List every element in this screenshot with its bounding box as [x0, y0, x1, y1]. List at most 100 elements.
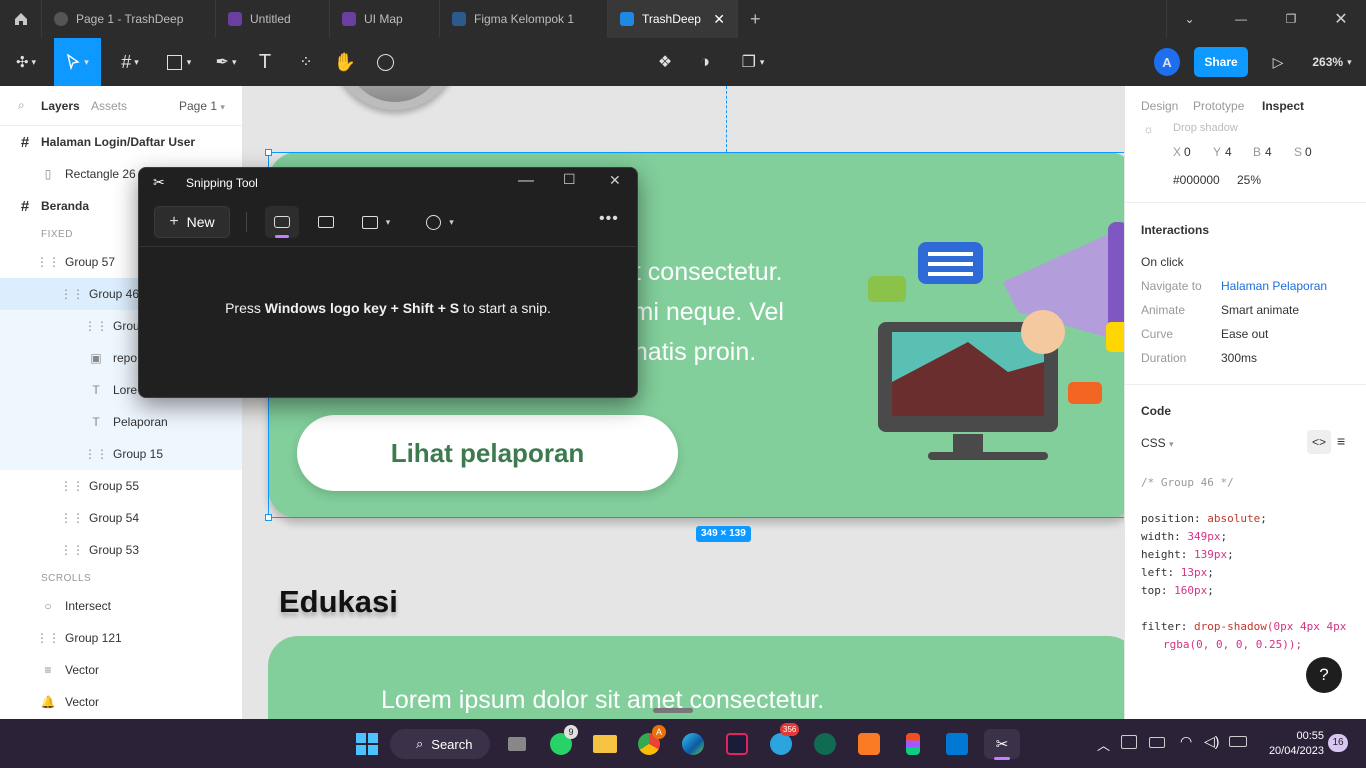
- close-icon[interactable]: ✕: [609, 172, 621, 189]
- snipping-tool-button[interactable]: ✂: [984, 729, 1020, 760]
- task-view-button[interactable]: [502, 729, 532, 759]
- edge-button[interactable]: [678, 729, 708, 759]
- restore-icon: ❐: [1285, 12, 1297, 26]
- home-tab[interactable]: [0, 0, 42, 38]
- shape-tool-button[interactable]: ▾: [158, 38, 200, 86]
- main-menu-button[interactable]: ✣ ▾: [8, 38, 44, 86]
- language-dropdown[interactable]: CSS ▾: [1141, 436, 1174, 450]
- new-tab-button[interactable]: +: [738, 0, 776, 38]
- zoom-dropdown[interactable]: 263% ▾: [1304, 38, 1360, 86]
- education-card[interactable]: Lorem ipsum dolor sit amet consectetur.: [268, 636, 1124, 719]
- screenshot-mode-button[interactable]: [265, 206, 299, 238]
- layer-section-header: SCROLLS: [0, 566, 242, 590]
- tray-app-icon[interactable]: [1121, 735, 1137, 749]
- snip-mode-dropdown[interactable]: ▾: [353, 206, 399, 238]
- keyboard-icon[interactable]: [1149, 737, 1165, 748]
- tab-inspect[interactable]: Inspect: [1262, 99, 1304, 113]
- close-window-button[interactable]: ✕: [1318, 0, 1364, 38]
- close-tab-icon[interactable]: ✕: [713, 11, 725, 28]
- app-button[interactable]: [722, 729, 752, 759]
- instr-pre: Press: [225, 300, 265, 316]
- xampp-button[interactable]: [854, 729, 884, 759]
- layer-row[interactable]: ≡ Vector: [0, 654, 242, 686]
- text-icon: T: [92, 415, 100, 429]
- whatsapp-button[interactable]: 9: [546, 725, 578, 759]
- layer-label: Rectangle 26: [65, 167, 136, 181]
- text-tool-button[interactable]: T: [252, 38, 278, 86]
- lihat-pelaporan-button[interactable]: Lihat pelaporan: [297, 415, 678, 491]
- layer-row[interactable]: ⋮⋮ Group 15: [0, 438, 242, 470]
- wifi-icon[interactable]: ◠: [1180, 733, 1192, 750]
- code-view-icon[interactable]: <>: [1307, 430, 1331, 454]
- layer-row[interactable]: 🔔 Vector: [0, 686, 242, 718]
- s-value: 0: [1305, 145, 1312, 159]
- y-value: 4: [1225, 145, 1232, 159]
- layer-row[interactable]: ○ Intersect: [0, 590, 242, 622]
- tab-figma-kelompok[interactable]: Figma Kelompok 1: [440, 0, 608, 38]
- layer-row[interactable]: T Pelaporan: [0, 406, 242, 438]
- curve-label: Curve: [1141, 327, 1174, 341]
- close-icon: ✕: [1334, 11, 1348, 28]
- start-button[interactable]: [352, 729, 382, 759]
- layer-row[interactable]: # Halaman Login/Daftar User: [0, 126, 242, 158]
- layer-row[interactable]: ⋮⋮ Group 53: [0, 534, 242, 566]
- new-snip-button[interactable]: + New: [154, 206, 230, 238]
- file-explorer-button[interactable]: [590, 729, 620, 759]
- battery-icon[interactable]: [1229, 736, 1247, 747]
- chevron-up-icon[interactable]: ︿: [1097, 735, 1110, 754]
- tab-assets[interactable]: Assets: [91, 99, 127, 113]
- pen-tool-button[interactable]: ✒ ▾: [206, 38, 246, 86]
- delay-dropdown[interactable]: ▾: [417, 206, 463, 238]
- resize-handle[interactable]: [265, 149, 272, 156]
- telegram-button[interactable]: 356: [766, 723, 800, 759]
- comment-tool-button[interactable]: [372, 38, 398, 86]
- navigate-link[interactable]: Halaman Pelaporan: [1221, 279, 1327, 293]
- tab-trashdeep[interactable]: TrashDeep ✕: [608, 0, 738, 38]
- layer-row[interactable]: ⋮⋮ Group 55: [0, 470, 242, 502]
- tab-page1-trashdeep[interactable]: Page 1 - TrashDeep: [42, 0, 216, 38]
- figma-button[interactable]: [898, 729, 928, 759]
- tab-layers[interactable]: Layers: [41, 99, 80, 113]
- layer-label: Vector: [65, 695, 100, 709]
- tab-ui-map[interactable]: UI Map: [330, 0, 440, 38]
- layer-row[interactable]: ⋮⋮ Group 54: [0, 502, 242, 534]
- chrome-button[interactable]: A: [634, 725, 666, 759]
- layer-row[interactable]: ⋮⋮ Group 121: [0, 622, 242, 654]
- app-button[interactable]: [810, 729, 840, 759]
- search-box[interactable]: ⌕ Search: [390, 729, 490, 759]
- frame-tool-button[interactable]: # ▾: [110, 38, 150, 86]
- maximize-icon[interactable]: ☐: [563, 171, 576, 188]
- minimize-icon: —: [1235, 12, 1247, 26]
- scroll-handle[interactable]: [653, 708, 693, 713]
- more-options-icon[interactable]: •••: [599, 210, 619, 228]
- move-tool-button[interactable]: ▾: [54, 38, 101, 86]
- hand-tool-button[interactable]: ✋: [332, 38, 358, 86]
- resources-button[interactable]: ⁘: [292, 38, 320, 86]
- tab-prototype[interactable]: Prototype: [1193, 99, 1244, 113]
- notification-badge[interactable]: 16: [1328, 734, 1348, 752]
- search-label: Search: [431, 736, 473, 752]
- resize-handle[interactable]: [265, 514, 272, 521]
- clock[interactable]: 00:55 20/04/2023: [1258, 729, 1324, 759]
- tabs-dropdown-button[interactable]: ⌄: [1166, 0, 1212, 38]
- maximize-button[interactable]: ❐: [1268, 0, 1314, 38]
- page-selector[interactable]: Page 1 ▾: [179, 99, 225, 113]
- minimize-button[interactable]: —: [1218, 0, 1264, 38]
- list-view-icon[interactable]: ≡: [1337, 433, 1345, 449]
- clock-icon: [426, 214, 442, 230]
- help-button[interactable]: ?: [1306, 657, 1342, 693]
- component-button[interactable]: ❖: [652, 38, 678, 86]
- mask-button[interactable]: ◑: [692, 38, 718, 86]
- minimize-icon[interactable]: —: [518, 172, 534, 190]
- volume-icon[interactable]: ◁): [1204, 733, 1219, 750]
- vscode-button[interactable]: [942, 729, 972, 759]
- tab-design[interactable]: Design: [1141, 99, 1178, 113]
- chevron-down-icon: ▾: [449, 216, 454, 227]
- tab-untitled[interactable]: Untitled: [216, 0, 330, 38]
- avatar[interactable]: A: [1154, 48, 1180, 76]
- boolean-button[interactable]: ❐ ▾: [734, 38, 772, 86]
- share-button[interactable]: Share: [1194, 47, 1248, 77]
- search-icon[interactable]: ⌕: [18, 98, 25, 113]
- video-mode-button[interactable]: [309, 206, 343, 238]
- present-button[interactable]: ▷: [1266, 38, 1290, 86]
